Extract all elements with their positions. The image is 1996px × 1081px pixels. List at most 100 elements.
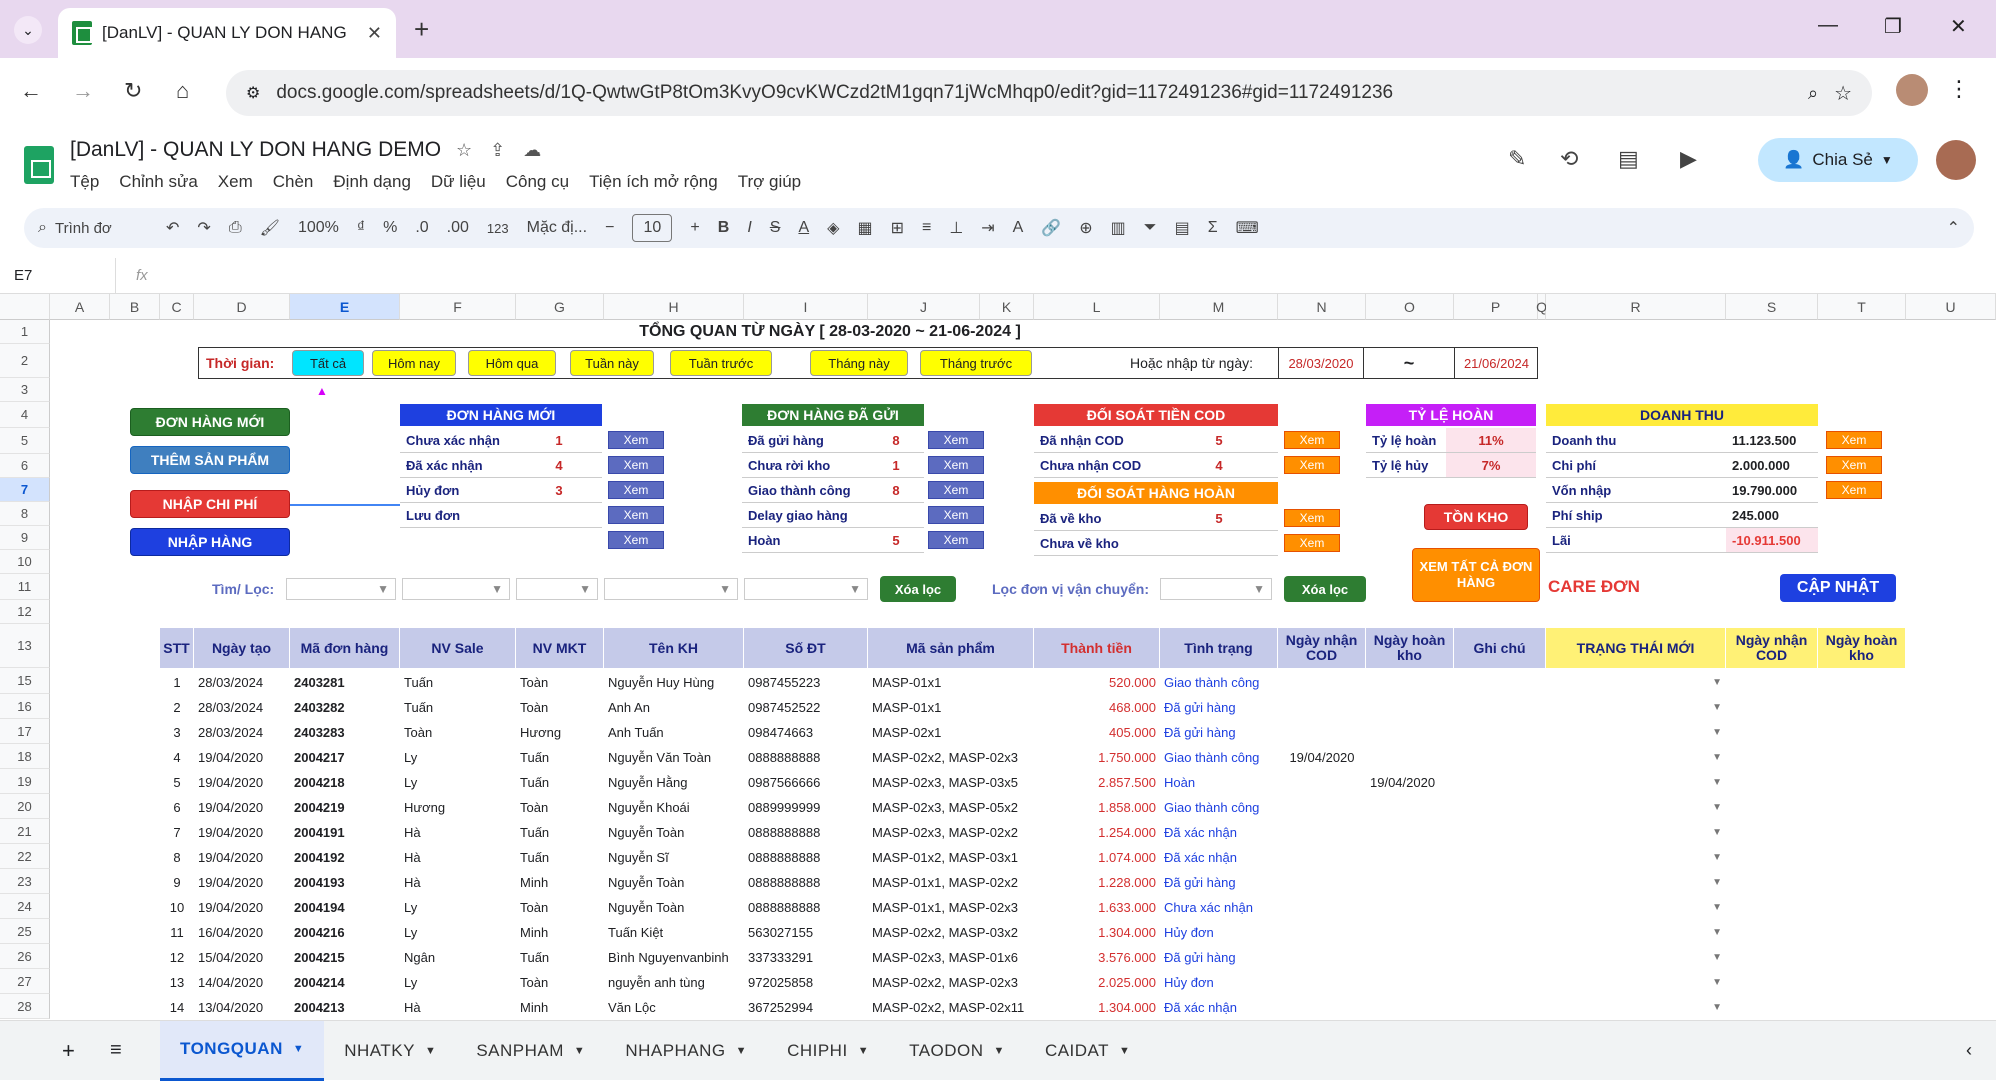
filter-dropdown-2[interactable]: ▼ [402, 578, 510, 600]
bookmark-star-icon[interactable]: ☆ [1834, 81, 1852, 106]
table-cell[interactable]: 337333291 [744, 945, 868, 970]
table-cell[interactable]: 11 [160, 920, 194, 945]
view-button[interactable]: Xem [1826, 456, 1882, 474]
table-cell[interactable]: MASP-01x1 [868, 695, 1034, 720]
menu-view[interactable]: Xem [218, 172, 253, 192]
column-header[interactable]: L [1034, 294, 1160, 320]
status-dropdown[interactable]: ▼ [1546, 970, 1726, 995]
menu-tools[interactable]: Công cụ [506, 172, 569, 192]
status-dropdown[interactable]: ▼ [1546, 820, 1726, 845]
table-row[interactable]: 12 15/04/2020 2004215 Ngân Tuấn Bình Nguyenva… [160, 945, 1990, 970]
table-cell[interactable]: 2004216 [290, 920, 400, 945]
time-filter-button[interactable]: Tháng trước [920, 350, 1032, 376]
move-icon[interactable]: ⇪ [490, 140, 523, 160]
row-header[interactable]: 24 [0, 894, 50, 919]
table-cell[interactable]: MASP-02x2, MASP-02x11 [868, 995, 1034, 1020]
row-header[interactable]: 23 [0, 869, 50, 894]
table-cell[interactable]: 2004219 [290, 795, 400, 820]
table-cell[interactable]: Hà [400, 845, 516, 870]
enter-expense-button[interactable]: NHẬP CHI PHÍ [130, 490, 290, 518]
bold-icon[interactable]: B [718, 219, 730, 237]
table-cell[interactable]: Tuấn [516, 745, 604, 770]
table-cell[interactable]: 9 [160, 870, 194, 895]
column-header[interactable]: B [110, 294, 160, 320]
table-cell[interactable]: Nguyễn Văn Toàn [604, 745, 744, 770]
column-header[interactable]: G [516, 294, 604, 320]
table-cell[interactable]: 8 [160, 845, 194, 870]
clear-filter-button[interactable]: Xóa lọc [880, 576, 956, 602]
row-header[interactable]: 6 [0, 454, 50, 478]
share-button[interactable]: 👤 Chia Sẻ ▼ [1758, 138, 1918, 182]
document-title[interactable]: [DanLV] - QUAN LY DON HANG DEMO [70, 138, 441, 162]
table-cell[interactable]: 0889999999 [744, 795, 868, 820]
table-cell[interactable]: 0888888888 [744, 820, 868, 845]
table-cell[interactable]: MASP-02x3, MASP-03x5 [868, 770, 1034, 795]
table-cell[interactable]: Hà [400, 820, 516, 845]
table-cell[interactable]: 2403283 [290, 720, 400, 745]
currency-icon[interactable]: ₫ [357, 219, 365, 237]
sheet-tab[interactable]: NHATKY ▼ [324, 1021, 456, 1081]
decrease-decimal-icon[interactable]: .0 [415, 219, 428, 237]
table-cell[interactable]: 15/04/2020 [194, 945, 290, 970]
site-settings-icon[interactable]: ⚙ [246, 83, 260, 103]
table-cell[interactable] [1278, 995, 1366, 1020]
all-sheets-icon[interactable]: ≡ [110, 1039, 122, 1062]
table-cell[interactable]: 3 [160, 720, 194, 745]
column-header[interactable]: S [1726, 294, 1818, 320]
menu-extensions[interactable]: Tiện ích mở rộng [589, 172, 718, 192]
view-all-orders-button[interactable]: XEM TẤT CẢ ĐƠN HÀNG [1412, 548, 1540, 602]
row-header[interactable]: 9 [0, 526, 50, 550]
table-cell[interactable]: MASP-02x2, MASP-03x2 [868, 920, 1034, 945]
table-row[interactable]: 1 28/03/2024 2403281 Tuấn Toàn Nguyễn Huy Hùn… [160, 670, 1990, 695]
table-cell[interactable]: MASP-02x1 [868, 720, 1034, 745]
filter-views-icon[interactable]: ▤ [1175, 218, 1190, 238]
restore-icon[interactable]: ❐ [1884, 14, 1902, 39]
comment-icon[interactable]: ⊕ [1079, 218, 1092, 238]
table-row[interactable]: 8 19/04/2020 2004192 Hà Tuấn Nguyễn Sĩ 0888888… [160, 845, 1990, 870]
table-cell[interactable]: 4 [160, 745, 194, 770]
new-order-button[interactable]: ĐƠN HÀNG MỚI [130, 408, 290, 436]
table-cell[interactable]: 2403281 [290, 670, 400, 695]
table-header[interactable]: STT [160, 628, 194, 668]
table-cell[interactable]: 19/04/2020 [194, 870, 290, 895]
table-cell[interactable]: 19/04/2020 [194, 895, 290, 920]
status-dropdown[interactable]: ▼ [1546, 770, 1726, 795]
table-cell[interactable]: 405.000 [1034, 720, 1160, 745]
view-button[interactable]: Xem [928, 456, 984, 474]
status-dropdown[interactable]: ▼ [1546, 845, 1726, 870]
table-cell[interactable]: Đã gửi hàng [1160, 945, 1278, 970]
table-cell[interactable]: 1.304.000 [1034, 920, 1160, 945]
column-header[interactable]: K [980, 294, 1034, 320]
input-tools-icon[interactable]: ⌨ [1236, 218, 1259, 238]
column-header[interactable]: E [290, 294, 400, 320]
table-cell[interactable]: 0888888888 [744, 895, 868, 920]
table-cell[interactable]: 1.228.000 [1034, 870, 1160, 895]
merge-cells-icon[interactable]: ⊞ [891, 218, 904, 238]
view-button[interactable]: Xem [608, 506, 664, 524]
table-cell[interactable]: 1.254.000 [1034, 820, 1160, 845]
functions-icon[interactable]: Σ [1208, 219, 1218, 237]
new-tab-icon[interactable]: + [414, 14, 429, 45]
sheet-tab[interactable]: SANPHAM ▼ [456, 1021, 605, 1081]
table-cell[interactable]: 1.304.000 [1034, 995, 1160, 1020]
row-header[interactable]: 12 [0, 600, 50, 624]
table-cell[interactable] [1366, 695, 1374, 720]
view-button[interactable]: Xem [608, 456, 664, 474]
table-cell[interactable]: 2004191 [290, 820, 400, 845]
menu-insert[interactable]: Chèn [273, 172, 314, 192]
row-header[interactable]: 10 [0, 550, 50, 574]
table-cell[interactable]: Ly [400, 920, 516, 945]
sheets-logo-icon[interactable] [24, 146, 54, 184]
table-cell[interactable]: 1.750.000 [1034, 745, 1160, 770]
table-cell[interactable]: 19/04/2020 [1278, 745, 1366, 770]
fill-color-icon[interactable]: ◈ [827, 218, 839, 238]
browser-menu-icon[interactable]: ⋮ [1948, 76, 1970, 102]
text-color-icon[interactable]: A [798, 219, 809, 237]
status-dropdown[interactable]: ▼ [1546, 870, 1726, 895]
filter-dropdown-3[interactable]: ▼ [516, 578, 598, 600]
table-cell[interactable]: Bình Nguyenvanbinh [604, 945, 744, 970]
table-cell[interactable]: Đã xác nhận [1160, 995, 1278, 1020]
table-cell[interactable]: Nguyễn Toàn [604, 820, 744, 845]
table-cell[interactable]: Tuấn [516, 945, 604, 970]
table-cell[interactable]: Chưa xác nhận [1160, 895, 1278, 920]
